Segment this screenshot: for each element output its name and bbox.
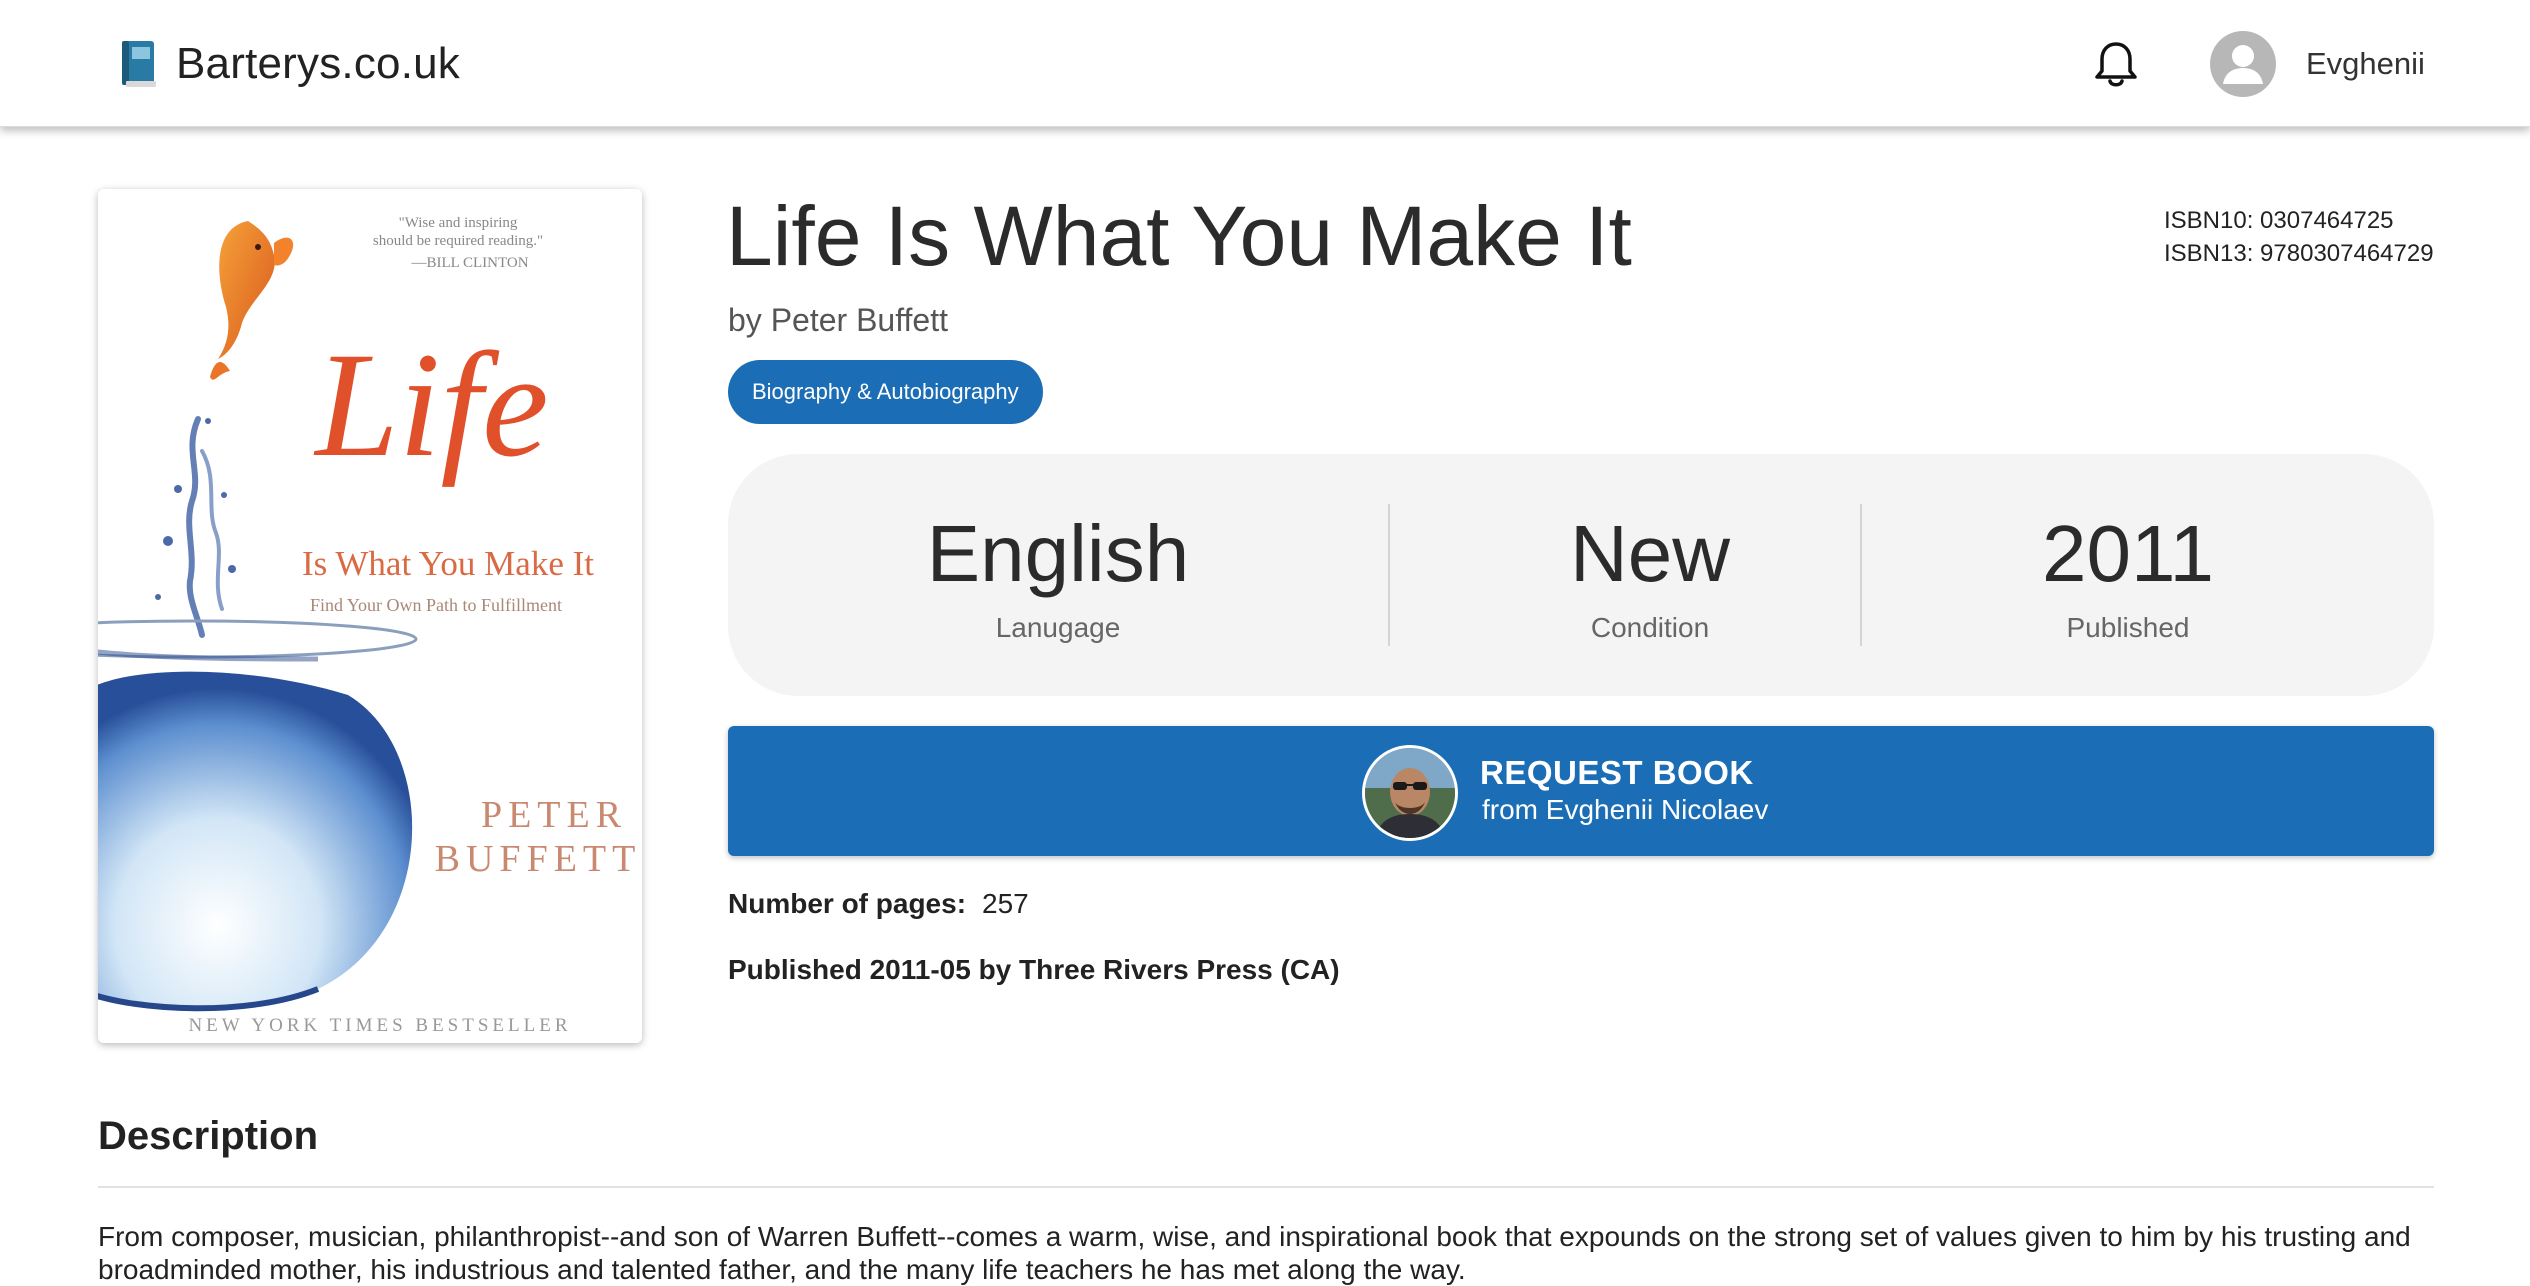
svg-text:—BILL CLINTON: —BILL CLINTON [410, 255, 528, 271]
published-info: Published 2011-05 by Three Rivers Press … [728, 954, 1340, 985]
description-heading: Description [98, 1114, 319, 1158]
request-book-label: REQUEST BOOK [1480, 754, 1754, 791]
stat-divider [1860, 504, 1862, 646]
request-from-label: from Evghenii Nicolaev [1482, 794, 1769, 825]
svg-text:Find Your Own Path to Fulfillm: Find Your Own Path to Fulfillment [310, 595, 562, 615]
book-cover-image: "Wise and inspiring should be required r… [98, 189, 642, 1043]
stat-label: Published [2066, 612, 2190, 643]
svg-text:Is What You Make It: Is What You Make It [302, 544, 594, 583]
isbn-block: ISBN10: 0307464725 ISBN13: 9780307464729 [2164, 204, 2434, 270]
svg-text:BUFFETT: BUFFETT [435, 838, 642, 880]
stat-divider [1388, 504, 1390, 646]
request-book-button[interactable]: REQUEST BOOK from Evghenii Nicolaev [728, 726, 2434, 856]
stat-value: English [926, 509, 1190, 598]
user-avatar-icon [2210, 31, 2276, 97]
user-name: Evghenii [2306, 46, 2425, 81]
stat-condition: New Condition [1460, 454, 1840, 696]
brand-name: Barterys.co.uk [176, 39, 461, 88]
book-stats-panel: English Lanugage New Condition 2011 Publ… [728, 454, 2434, 696]
svg-text:should be required reading.": should be required reading." [373, 233, 543, 249]
pages-row: Number of pages: 257 [728, 888, 1029, 920]
book-icon [122, 41, 156, 87]
svg-text:NEW YORK TIMES BESTSELLER: NEW YORK TIMES BESTSELLER [188, 1015, 571, 1036]
book-author: by Peter Buffett [728, 302, 948, 338]
stat-language: English Lanugage [868, 454, 1248, 696]
brand-link[interactable]: Barterys.co.uk [120, 36, 460, 92]
stat-label: Condition [1590, 612, 1710, 643]
description-divider [98, 1186, 2434, 1188]
book-title: Life Is What You Make It [726, 189, 1632, 283]
stat-label: Lanugage [995, 612, 1121, 643]
genre-chip[interactable]: Biography & Autobiography [728, 360, 1043, 424]
pages-value: 257 [982, 888, 1029, 919]
owner-avatar [1362, 745, 1458, 841]
stat-value: New [1569, 509, 1731, 598]
stat-published: 2011 Published [1938, 454, 2318, 696]
svg-text:"Wise and inspiring: "Wise and inspiring [399, 215, 518, 231]
stat-value: 2011 [2041, 509, 2215, 598]
bell-icon[interactable] [2092, 38, 2140, 90]
top-navbar: Barterys.co.uk Evghenii [0, 0, 2530, 127]
user-menu[interactable]: Evghenii [2210, 30, 2425, 98]
pages-label: Number of pages: [728, 888, 967, 919]
isbn13: ISBN13: 9780307464729 [2164, 240, 2434, 267]
description-text: From composer, musician, philanthropist-… [98, 1221, 2411, 1285]
isbn10: ISBN10: 0307464725 [2164, 207, 2394, 234]
svg-text:PETER: PETER [481, 794, 627, 836]
svg-text:Life: Life [313, 322, 548, 488]
